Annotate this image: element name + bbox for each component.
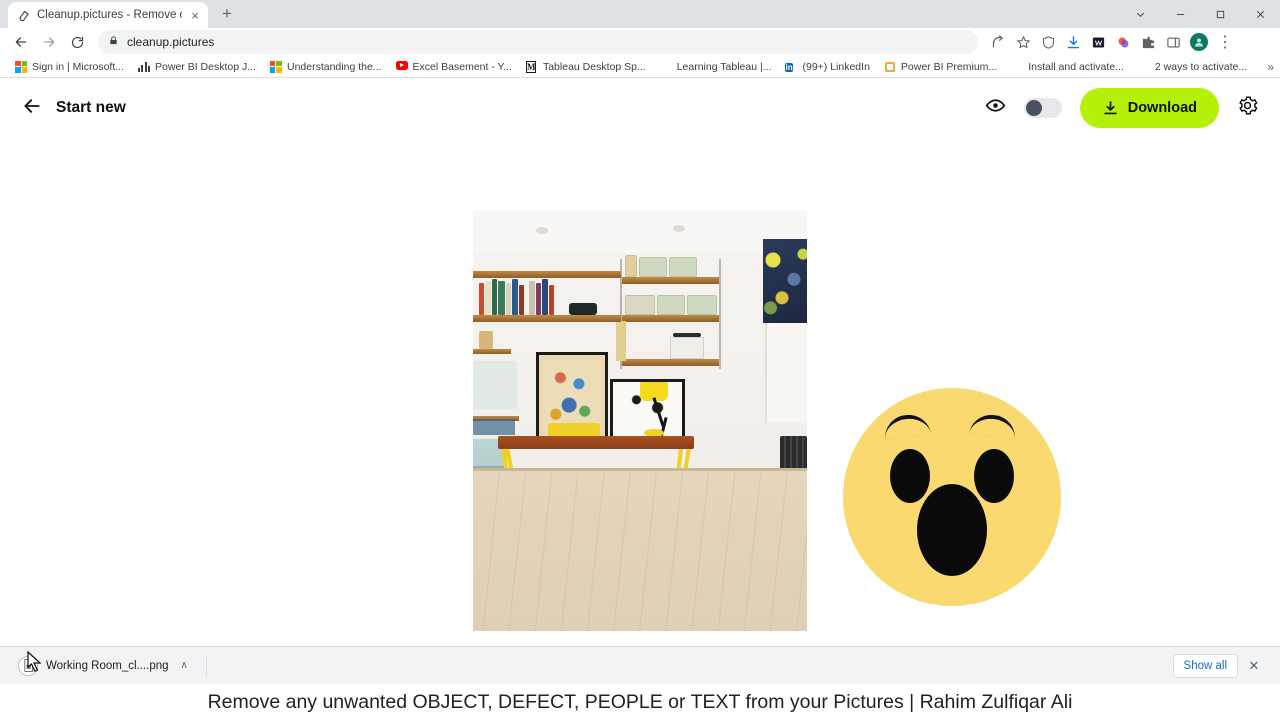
forward-button[interactable] (36, 29, 62, 55)
youtube-icon (395, 60, 408, 73)
share-icon[interactable] (986, 30, 1010, 54)
window-controls (1120, 0, 1280, 28)
side-panel-icon[interactable] (1161, 30, 1185, 54)
emoji-eye-right (974, 449, 1014, 503)
color-circle-extension-icon[interactable] (1111, 30, 1135, 54)
minimize-button[interactable] (1160, 0, 1200, 28)
download-icon (1102, 100, 1119, 117)
bookmark-label: Sign in | Microsoft... (32, 60, 125, 73)
powerbi-yellow-icon (884, 61, 896, 73)
back-arrow-icon (22, 96, 42, 121)
bookmark-label: Excel Basement - Y... (412, 60, 512, 73)
eye-icon[interactable] (985, 95, 1006, 121)
download-file-name: Working Room_cl....png (46, 659, 169, 672)
download-menu-button[interactable]: ∧ (181, 660, 188, 671)
tab-title: Cleanup.pictures - Remove obje (37, 9, 182, 21)
bookmark-label: (99+) LinkedIn (802, 60, 870, 73)
download-button-label: Download (1127, 100, 1197, 116)
bookmark-item[interactable]: Sign in | Microsoft... (8, 57, 131, 77)
reload-button[interactable] (64, 29, 90, 55)
emoji-mouth (917, 484, 987, 576)
maximize-button[interactable] (1200, 0, 1240, 28)
bookmark-item[interactable]: Understanding the... (263, 57, 389, 77)
avatar[interactable] (1190, 33, 1208, 51)
bookmark-item[interactable]: Install and activate... (1004, 57, 1131, 77)
emoji-eye-left (890, 449, 930, 503)
bookmarks-overflow-button[interactable]: » (1267, 60, 1274, 74)
close-downloads-bar-button[interactable]: ✕ (1242, 654, 1266, 678)
caption-bar: Remove any unwanted OBJECT, DEFECT, PEOP… (0, 684, 1280, 720)
bookmark-item[interactable]: Learning Tableau |... (653, 57, 779, 77)
mouse-cursor (27, 650, 43, 673)
generic-site-icon (1138, 61, 1150, 73)
back-button[interactable] (8, 29, 34, 55)
downloads-icon[interactable] (1061, 30, 1085, 54)
powerbi-bars-icon (138, 61, 151, 73)
tableau-m-icon: M (525, 60, 537, 73)
bookmark-item[interactable]: M Tableau Desktop Sp... (519, 57, 653, 77)
puzzle-extensions-icon[interactable] (1136, 30, 1160, 54)
close-window-button[interactable] (1240, 0, 1280, 28)
bookmark-item[interactable]: Excel Basement - Y... (389, 57, 519, 77)
eraser-favicon (17, 8, 31, 22)
source-photo[interactable] (473, 211, 807, 631)
browser-window: Cleanup.pictures - Remove obje × + (0, 0, 1280, 720)
downloads-bar: Working Room_cl....png ∧ Show all ✕ (0, 646, 1280, 684)
bookmark-item[interactable]: 2 ways to activate... (1131, 57, 1254, 77)
microsoft-icon (269, 60, 282, 73)
lock-icon (108, 33, 119, 51)
cleanup-pictures-app: Start new Download (0, 79, 1280, 646)
bookmark-item[interactable]: Power BI Desktop J... (131, 57, 263, 77)
start-new-label: Start new (56, 99, 126, 116)
tab-strip: Cleanup.pictures - Remove obje × + (0, 0, 1280, 28)
bookmark-item[interactable]: in (99+) LinkedIn (778, 57, 876, 77)
bookmark-item[interactable]: Power BI Premium... (877, 57, 1004, 77)
new-tab-button[interactable]: + (214, 1, 240, 27)
editor-canvas[interactable]: Brush (0, 137, 1280, 646)
browser-toolbar-icons: ⋮ (986, 30, 1237, 54)
bookmark-label: Power BI Desktop J... (155, 60, 256, 73)
app-header: Start new Download (0, 79, 1280, 137)
bookmark-star-icon[interactable] (1011, 30, 1035, 54)
app-header-actions: Download (985, 88, 1258, 128)
address-bar-url: cleanup.pictures (127, 35, 215, 49)
browser-tab[interactable]: Cleanup.pictures - Remove obje × (8, 2, 208, 28)
browser-menu-button[interactable]: ⋮ (1213, 30, 1237, 54)
navigation-bar: cleanup.pictures ⋮ (0, 28, 1280, 56)
microsoft-icon (15, 60, 27, 73)
compare-toggle[interactable] (1023, 98, 1062, 118)
surprised-face-emoji[interactable] (843, 388, 1061, 606)
linkedin-icon: in (785, 62, 793, 72)
close-tab-button[interactable]: × (188, 8, 202, 22)
generic-site-icon (1011, 61, 1023, 73)
bookmark-label: 2 ways to activate... (1154, 60, 1248, 73)
bookmark-label: Power BI Premium... (900, 60, 998, 73)
globe-icon (660, 61, 672, 73)
bookmarks-bar: Sign in | Microsoft... Power BI Desktop … (0, 56, 1280, 78)
wallet-extension-icon[interactable] (1086, 30, 1110, 54)
bookmark-label: Understanding the... (286, 60, 382, 73)
start-new-button[interactable]: Start new (22, 96, 126, 121)
download-button[interactable]: Download (1079, 88, 1219, 128)
downloads-bar-actions: Show all ✕ (1172, 653, 1272, 678)
bookmark-label: Install and activate... (1028, 60, 1124, 73)
downloads-separator (205, 654, 207, 677)
shield-icon[interactable] (1036, 30, 1060, 54)
gear-icon[interactable] (1237, 95, 1258, 121)
tab-search-button[interactable] (1120, 0, 1160, 28)
show-all-downloads-button[interactable]: Show all (1172, 653, 1238, 678)
address-bar[interactable]: cleanup.pictures (98, 30, 978, 54)
bookmark-label: Tableau Desktop Sp... (542, 60, 646, 73)
caption-text: Remove any unwanted OBJECT, DEFECT, PEOP… (207, 690, 1073, 713)
bookmark-label: Learning Tableau |... (676, 60, 772, 73)
